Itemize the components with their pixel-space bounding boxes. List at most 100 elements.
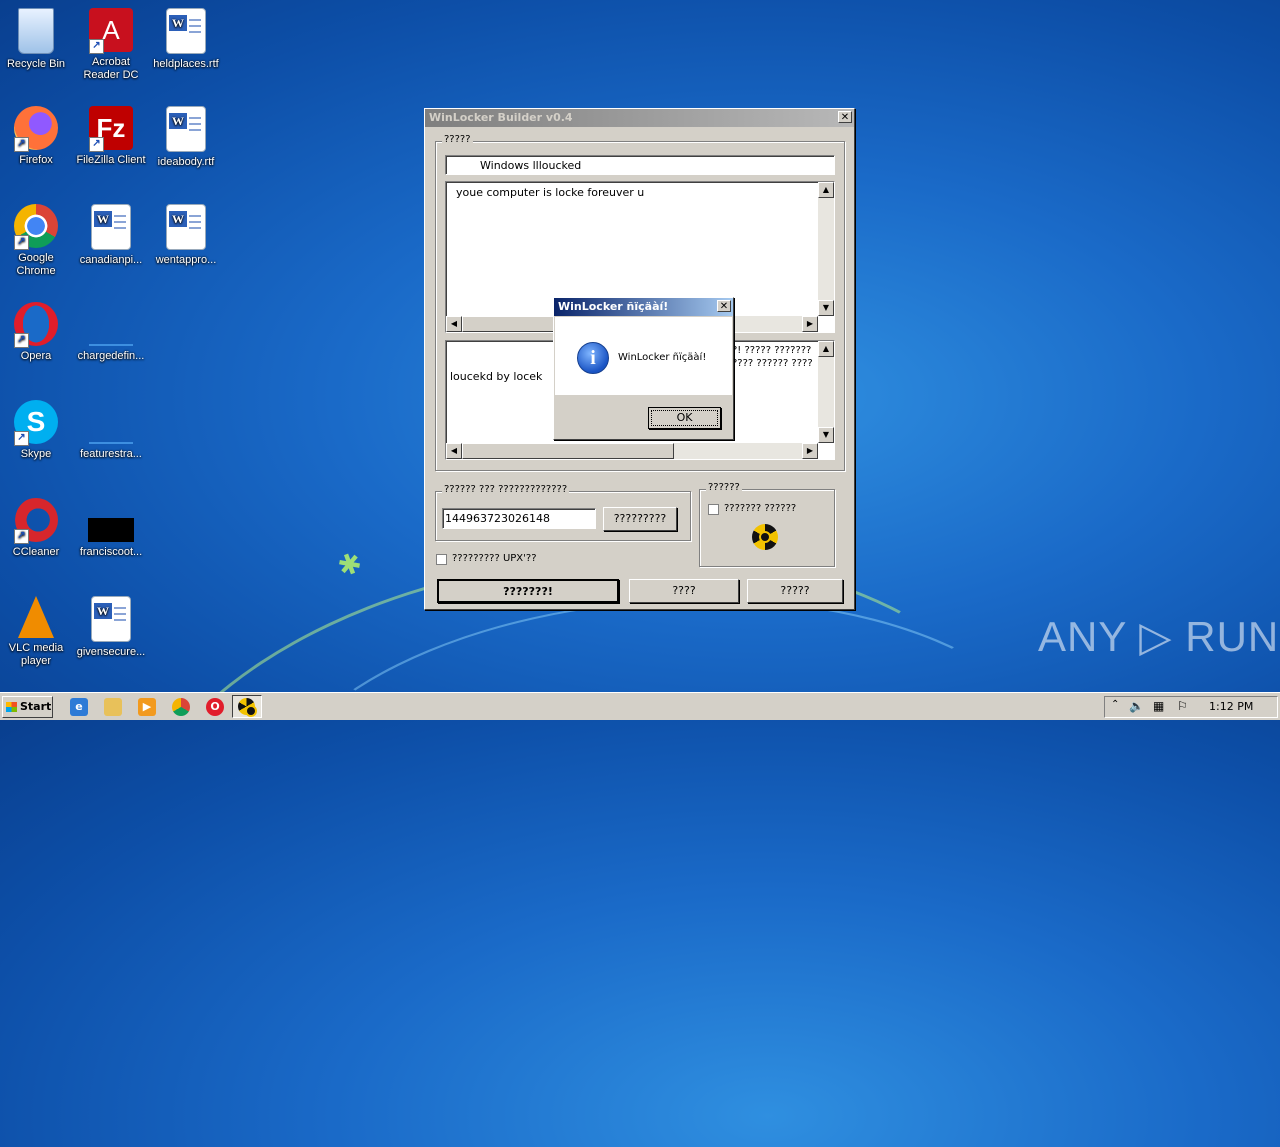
desktop-icon-recycle-bin[interactable]: Recycle Bin <box>0 8 74 71</box>
extra-checkbox-label: ??????? ?????? <box>724 503 797 514</box>
start-label: Start <box>20 700 52 713</box>
recycle-bin-icon <box>18 8 54 54</box>
scroll-right-icon[interactable]: ▶ <box>802 316 818 332</box>
dialog-close-icon[interactable]: ✕ <box>717 300 731 312</box>
scroll-up-icon[interactable]: ▲ <box>818 341 834 357</box>
acrobat-icon: A ↗ <box>89 8 133 54</box>
radiation-icon <box>238 698 255 715</box>
firefox-icon: ↗ <box>14 106 58 152</box>
dialog-titlebar[interactable]: WinLocker ñïçäàí! ✕ <box>554 298 733 316</box>
message-vertical-scrollbar[interactable]: ▲ ▼ <box>818 182 834 316</box>
shortcut-arrow-icon: ↗ <box>89 39 104 54</box>
scroll-up-icon[interactable]: ▲ <box>818 182 834 198</box>
desktop-icon-franciscoot[interactable]: franciscoot... <box>73 498 149 559</box>
word-document-icon: W <box>166 204 206 250</box>
extra-checkbox[interactable] <box>708 504 719 515</box>
radiation-icon <box>752 524 778 550</box>
information-icon: i <box>577 342 609 374</box>
black-file-icon <box>88 518 134 542</box>
footer-vertical-scrollbar[interactable]: ▲ ▼ <box>818 341 834 443</box>
scroll-thumb[interactable] <box>462 443 674 459</box>
scroll-right-icon[interactable]: ▶ <box>802 443 818 459</box>
network-icon[interactable]: ▦ <box>1153 699 1164 713</box>
word-document-icon: W <box>91 204 131 250</box>
window-titlebar[interactable]: WinLocker Builder v0.4 ✕ <box>425 109 854 127</box>
skype-icon: S ↗ <box>14 400 58 446</box>
desktop-icon-google-chrome[interactable]: ↗ Google Chrome <box>0 204 74 278</box>
message-dialog: WinLocker ñïçäàí! ✕ i WinLocker ñïçäàí! … <box>553 297 734 440</box>
message-text: youe computer is locke foreuver u <box>456 186 645 199</box>
scroll-down-icon[interactable]: ▼ <box>818 427 834 443</box>
desktop-icon-acrobat[interactable]: A ↗ Acrobat Reader DC <box>73 8 149 82</box>
desktop-icon-wentappro[interactable]: W wentappro... <box>148 204 224 267</box>
footer-horizontal-scrollbar[interactable]: ◀ ▶ <box>446 443 818 459</box>
desktop-icon-filezilla[interactable]: Fz ↗ FileZilla Client <box>73 106 149 167</box>
opera-taskbar-icon[interactable]: O <box>206 698 224 716</box>
media-player-icon[interactable]: ▶ <box>138 698 156 716</box>
window-title: WinLocker Builder v0.4 <box>429 111 573 124</box>
clock[interactable]: 1:12 PM <box>1209 700 1253 713</box>
file-explorer-icon[interactable] <box>104 698 122 716</box>
close-icon[interactable]: ✕ <box>838 111 852 123</box>
text-group-label: ????? <box>442 134 473 145</box>
ccleaner-icon: ↗ <box>14 498 58 544</box>
desktop-icon-opera[interactable]: ↗ Opera <box>0 302 74 363</box>
dialog-title: WinLocker ñïçäàí! <box>558 300 669 313</box>
scroll-left-icon[interactable]: ◀ <box>446 443 462 459</box>
desktop-icon-givensecure[interactable]: W givensecure... <box>73 596 149 659</box>
volume-icon[interactable]: 🔈 <box>1129 699 1144 713</box>
generate-code-button[interactable]: ????????? <box>603 507 677 531</box>
unlock-code-input[interactable]: 144963723026148 <box>442 508 596 529</box>
extra-group-label: ?????? <box>706 482 742 493</box>
desktop-icon-featurestra[interactable]: featurestra... <box>73 400 149 461</box>
desktop-icon-vlc[interactable]: VLC media player <box>0 596 74 668</box>
desktop-icon-ccleaner[interactable]: ↗ CCleaner <box>0 498 74 559</box>
desktop-icon-firefox[interactable]: ↗ Firefox <box>0 106 74 167</box>
shortcut-arrow-icon: ↗ <box>14 431 29 446</box>
code-group: ?????? ??? ????????????? 144963723026148… <box>435 484 691 541</box>
word-document-icon: W <box>166 106 206 152</box>
tertiary-button[interactable]: ????? <box>747 579 843 603</box>
chrome-taskbar-icon[interactable] <box>172 698 190 716</box>
windows-logo-icon <box>6 702 17 712</box>
blank-file-icon <box>89 324 133 346</box>
shortcut-arrow-icon: ↗ <box>14 333 29 348</box>
secondary-button[interactable]: ???? <box>629 579 739 603</box>
anyrun-watermark: ANY ▷ RUN <box>1038 613 1280 660</box>
word-document-icon: W <box>166 8 206 54</box>
dialog-message: WinLocker ñïçäàí! <box>618 352 707 363</box>
window-title-input[interactable]: Windows llloucked <box>445 155 835 175</box>
filezilla-icon: Fz ↗ <box>89 106 133 152</box>
blank-file-icon <box>89 422 133 444</box>
desktop-icon-ideabody[interactable]: W ideabody.rtf <box>148 106 224 169</box>
desktop-icon-skype[interactable]: S ↗ Skype <box>0 400 74 461</box>
footer-text: loucekd by locek <box>450 370 543 383</box>
taskbar: Start e ▶ O ⌃ 🔈 ▦ ⚐ 1:12 PM <box>0 692 1280 720</box>
code-group-label: ?????? ??? ????????????? <box>442 484 570 495</box>
shortcut-arrow-icon: ↗ <box>14 137 29 152</box>
desktop-icon-heldplaces[interactable]: W heldplaces.rtf <box>148 8 224 71</box>
shortcut-arrow-icon: ↗ <box>14 529 29 544</box>
upx-checkbox[interactable] <box>436 554 447 565</box>
extra-group: ?????? ??????? ?????? <box>699 482 835 567</box>
scroll-down-icon[interactable]: ▼ <box>818 300 834 316</box>
dialog-body: i WinLocker ñïçäàí! <box>555 317 732 395</box>
build-button[interactable]: ???????! <box>437 579 619 603</box>
start-button[interactable]: Start <box>2 696 53 718</box>
winlocker-taskbar-button[interactable] <box>232 695 262 718</box>
word-document-icon: W <box>91 596 131 642</box>
footer-partial-text: ?! ????? ??????? <box>732 345 812 356</box>
desktop-icon-chargedefin[interactable]: chargedefin... <box>73 302 149 363</box>
footer-partial-text: ???? ?????? ???? <box>732 358 813 369</box>
action-center-flag-icon[interactable]: ⚐ <box>1177 699 1188 713</box>
shortcut-arrow-icon: ↗ <box>14 235 29 250</box>
vlc-cone-icon <box>18 596 54 638</box>
internet-explorer-icon[interactable]: e <box>70 698 88 716</box>
scroll-left-icon[interactable]: ◀ <box>446 316 462 332</box>
ok-button[interactable]: OK <box>648 407 721 429</box>
desktop-icon-canadianpi[interactable]: W canadianpi... <box>73 204 149 267</box>
chrome-icon: ↗ <box>14 204 58 250</box>
show-hidden-icons-icon[interactable]: ⌃ <box>1111 699 1119 710</box>
shortcut-arrow-icon: ↗ <box>89 137 104 152</box>
wallpaper-logo: ✱ <box>333 544 367 585</box>
